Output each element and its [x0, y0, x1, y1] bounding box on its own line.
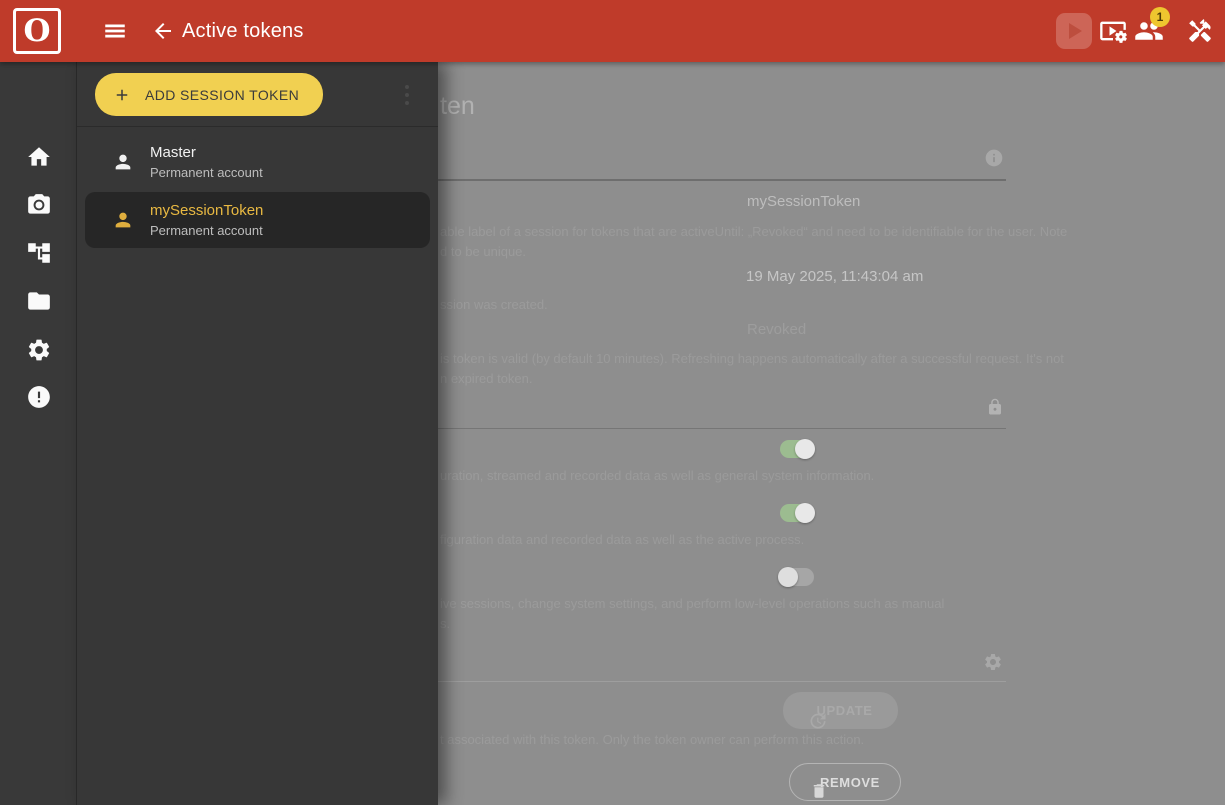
remove-description: t associated with this token. Only the t… [440, 732, 864, 747]
label-description-line2: d to be unique. [440, 244, 526, 259]
tools-icon[interactable] [1185, 17, 1215, 45]
admin-access-toggle[interactable] [779, 568, 815, 586]
camera-icon [26, 206, 52, 221]
app-bar: O Active tokens 1 [0, 0, 1225, 62]
token-item-title: Master [150, 144, 196, 161]
update-button[interactable]: UPDATE [783, 692, 898, 729]
person-icon [112, 151, 134, 178]
app-logo: O [13, 8, 61, 54]
created-description: ssion was created. [440, 297, 548, 312]
write-description: figuration data and recorded data as wel… [440, 532, 804, 547]
valid-description-line1: is token is valid (by default 10 minutes… [440, 351, 1064, 366]
sidebar-item-device-tree[interactable] [26, 240, 52, 266]
label-description-line1: able label of a session for tokens that … [440, 224, 1067, 239]
field-underline [438, 681, 1006, 682]
read-access-toggle[interactable] [779, 440, 815, 458]
back-arrow-icon[interactable] [149, 19, 177, 43]
sidebar-item-settings[interactable] [26, 337, 52, 363]
sidebar-item-camera[interactable] [26, 192, 52, 218]
plus-icon [113, 86, 131, 104]
drawer-header: ADD SESSION TOKEN [77, 62, 438, 127]
play-button[interactable] [1056, 13, 1092, 49]
home-icon [26, 158, 52, 173]
drawer-menu-kebab-icon[interactable] [399, 76, 415, 114]
play-icon [1069, 23, 1082, 39]
tree-icon [26, 254, 52, 269]
active-until-value: Revoked [747, 321, 806, 338]
sidebar-item-files[interactable] [26, 288, 52, 314]
menu-icon[interactable] [99, 19, 131, 43]
add-session-token-label: ADD SESSION TOKEN [145, 87, 299, 103]
token-drawer: ADD SESSION TOKEN Master Permanent accou… [77, 62, 438, 805]
page-title-fragment: ten [440, 92, 475, 121]
field-underline [438, 428, 1006, 429]
write-access-toggle[interactable] [779, 504, 815, 522]
created-value: 19 May 2025, 11:43:04 am [746, 268, 923, 285]
admin-description-line2: s. [440, 616, 450, 631]
sidebar [0, 62, 77, 805]
users-badge: 1 [1150, 7, 1170, 27]
token-list-item-master[interactable]: Master Permanent account [77, 134, 438, 190]
page-title: Active tokens [182, 0, 304, 62]
read-description: uration, streamed and recorded data as w… [440, 468, 874, 483]
folder-icon [26, 302, 52, 317]
active-tokens-screen: ten mySessionToken able label of a sessi… [0, 0, 1225, 805]
token-list: Master Permanent account mySessionToken … [77, 134, 438, 248]
token-item-subtitle: Permanent account [150, 223, 263, 238]
gear-icon [26, 351, 52, 366]
token-list-item-mysessiontoken[interactable]: mySessionToken Permanent account [85, 192, 430, 248]
remove-button[interactable]: REMOVE [789, 763, 901, 801]
token-name-value: mySessionToken [747, 193, 860, 210]
admin-description-line1: ive sessions, change system settings, an… [440, 596, 944, 611]
edit-token-form-dimmed: ten mySessionToken able label of a sessi… [438, 62, 1225, 805]
token-item-title: mySessionToken [150, 202, 263, 219]
person-icon [112, 209, 134, 236]
valid-description-line2: n expired token. [440, 371, 533, 386]
token-item-subtitle: Permanent account [150, 165, 263, 180]
error-icon [26, 398, 52, 413]
sidebar-item-status[interactable] [26, 384, 52, 410]
video-settings-icon[interactable] [1098, 16, 1128, 46]
sidebar-item-home[interactable] [26, 144, 52, 170]
remove-button-label: REMOVE [820, 775, 880, 790]
add-session-token-button[interactable]: ADD SESSION TOKEN [95, 73, 323, 116]
field-underline [438, 179, 1006, 181]
